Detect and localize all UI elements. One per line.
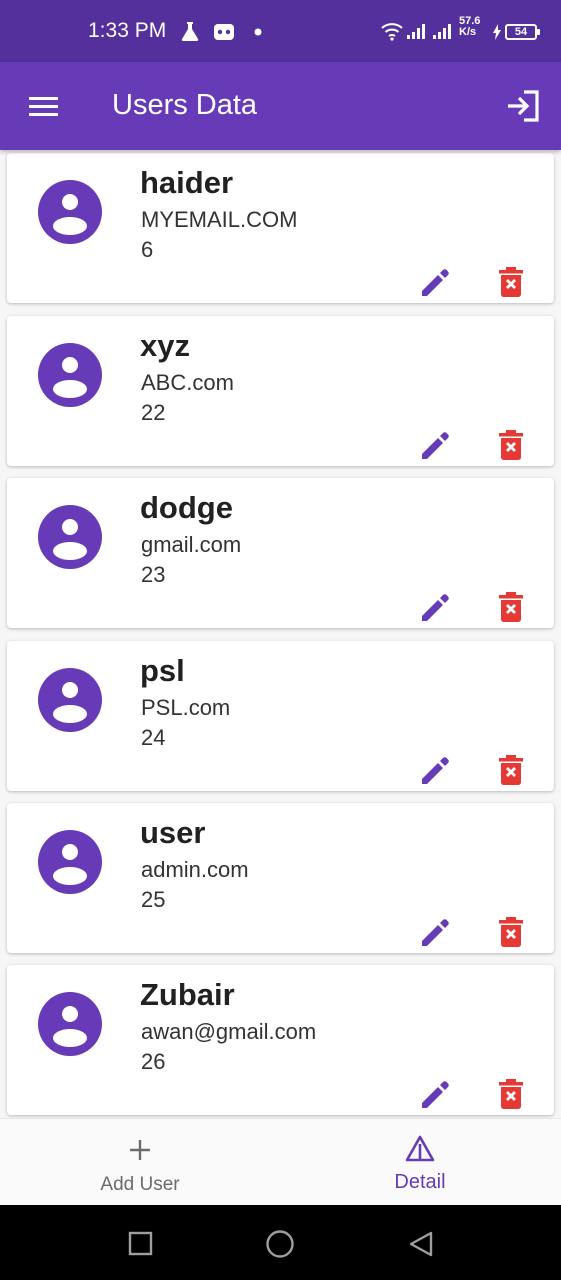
user-age: 23 bbox=[141, 562, 166, 587]
delete-icon[interactable] bbox=[497, 265, 525, 299]
user-age: 25 bbox=[141, 887, 166, 912]
user-list[interactable]: haider MYEMAIL.COM 6 xyz ABC.com 22 dodg… bbox=[0, 150, 561, 1118]
status-bar: 1:33 PM 57.6 K/s 54 bbox=[0, 0, 561, 62]
warning-triangle-icon bbox=[405, 1135, 435, 1162]
nav-detail[interactable]: Detail bbox=[280, 1119, 560, 1206]
delete-icon[interactable] bbox=[497, 1077, 525, 1111]
app-bar: Users Data bbox=[0, 62, 561, 150]
logout-icon[interactable] bbox=[505, 89, 541, 123]
user-name: xyz bbox=[140, 328, 190, 363]
delete-icon[interactable] bbox=[497, 753, 525, 787]
hamburger-menu-icon[interactable] bbox=[28, 94, 59, 118]
nav-add-user-label: Add User bbox=[100, 1174, 180, 1195]
user-name: Zubair bbox=[140, 977, 235, 1012]
delete-icon[interactable] bbox=[497, 590, 525, 624]
user-email: awan@gmail.com bbox=[141, 1019, 317, 1044]
edit-icon[interactable] bbox=[419, 590, 453, 624]
charging-icon bbox=[493, 24, 501, 40]
user-email: admin.com bbox=[141, 857, 249, 882]
user-card: haider MYEMAIL.COM 6 bbox=[7, 153, 554, 303]
signal-icon bbox=[433, 24, 451, 39]
user-name: dodge bbox=[140, 490, 233, 525]
recent-apps-icon[interactable] bbox=[128, 1231, 153, 1256]
user-email: PSL.com bbox=[141, 695, 231, 720]
user-age: 24 bbox=[141, 725, 166, 750]
edit-icon[interactable] bbox=[419, 1077, 453, 1111]
game-controller-icon bbox=[214, 24, 234, 40]
account-circle-icon bbox=[38, 505, 102, 569]
user-card: Zubair awan@gmail.com 26 bbox=[7, 965, 554, 1115]
nav-add-user[interactable]: Add User bbox=[0, 1119, 280, 1206]
user-email: gmail.com bbox=[141, 532, 242, 557]
account-circle-icon bbox=[38, 343, 102, 407]
edit-icon[interactable] bbox=[419, 428, 453, 462]
edit-icon[interactable] bbox=[419, 915, 453, 949]
user-card: dodge gmail.com 23 bbox=[7, 478, 554, 628]
user-card: user admin.com 25 bbox=[7, 803, 554, 953]
user-name: haider bbox=[140, 165, 234, 200]
account-circle-icon bbox=[38, 180, 102, 244]
flask-icon bbox=[181, 22, 199, 41]
edit-icon[interactable] bbox=[419, 753, 453, 787]
back-icon[interactable] bbox=[408, 1230, 434, 1258]
account-circle-icon bbox=[38, 668, 102, 732]
edit-icon[interactable] bbox=[419, 265, 453, 299]
system-nav-bar bbox=[0, 1205, 561, 1280]
status-time: 1:33 PM bbox=[88, 19, 167, 42]
account-circle-icon bbox=[38, 830, 102, 894]
home-icon[interactable] bbox=[265, 1229, 295, 1259]
nav-detail-label: Detail bbox=[394, 1171, 446, 1193]
user-age: 22 bbox=[141, 400, 166, 425]
dot-icon bbox=[254, 28, 262, 36]
account-circle-icon bbox=[38, 992, 102, 1056]
signal-icon bbox=[407, 24, 425, 39]
plus-icon bbox=[130, 1140, 150, 1160]
user-age: 26 bbox=[141, 1049, 166, 1074]
network-speed: 57.6 K/s bbox=[459, 16, 489, 38]
user-email: MYEMAIL.COM bbox=[141, 207, 298, 232]
battery-icon: 54 bbox=[505, 24, 540, 40]
user-card: psl PSL.com 24 bbox=[7, 641, 554, 791]
user-name: user bbox=[140, 815, 206, 850]
delete-icon[interactable] bbox=[497, 915, 525, 949]
delete-icon[interactable] bbox=[497, 428, 525, 462]
bottom-nav: Add User Detail bbox=[0, 1118, 561, 1205]
wifi-icon bbox=[381, 23, 403, 41]
network-speed-unit: K/s bbox=[459, 26, 477, 38]
page-title: Users Data bbox=[112, 89, 258, 121]
user-name: psl bbox=[140, 653, 185, 688]
user-email: ABC.com bbox=[141, 370, 234, 395]
user-age: 6 bbox=[141, 237, 154, 262]
user-card: xyz ABC.com 22 bbox=[7, 316, 554, 466]
